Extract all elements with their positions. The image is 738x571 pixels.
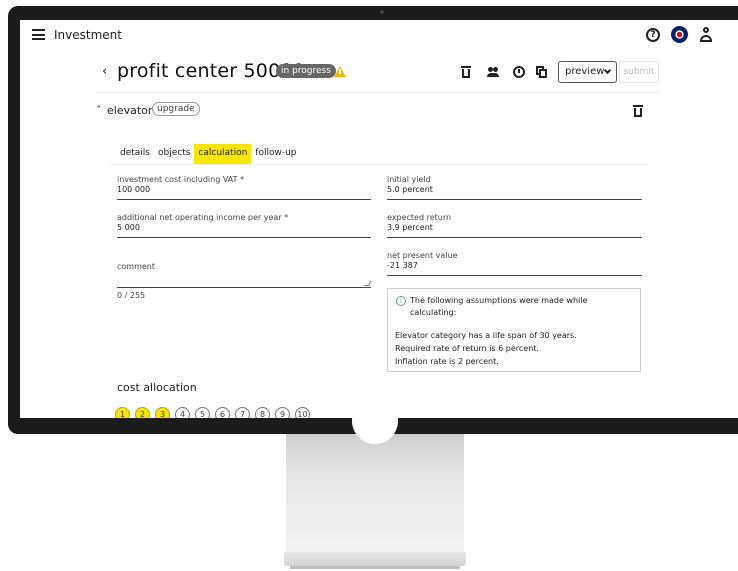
field-value: 100 000 — [117, 185, 151, 194]
step-indicator: 1 2 3 4 5 6 7 8 9 10 — [115, 407, 310, 418]
user-icon[interactable] — [699, 27, 713, 43]
field-label: investment cost including VAT * — [117, 175, 245, 184]
monitor-stand — [286, 434, 464, 554]
comment-underline — [117, 287, 371, 288]
chevron-up-icon[interactable]: ˆ — [96, 104, 102, 117]
monitor-stand-foot — [290, 566, 460, 569]
step-2[interactable]: 2 — [135, 407, 150, 418]
field-label: additional net operating income per year… — [117, 213, 289, 222]
monitor-stand-base — [284, 552, 466, 566]
chevron-down-icon — [603, 66, 612, 75]
preview-button[interactable]: preview — [558, 61, 617, 83]
status-badge: in progress — [276, 64, 336, 78]
top-bar: Investment ? — [20, 20, 738, 52]
field-value: 5 000 — [117, 223, 140, 232]
section-title: elevator — [107, 104, 153, 117]
field-underline — [117, 199, 371, 200]
field-value: -21 387 — [387, 261, 418, 270]
additional-income-field[interactable]: additional net operating income per year… — [117, 213, 371, 238]
tab-follow-up[interactable]: follow-up — [251, 144, 300, 164]
assumptions-heading: The following assumptions were made whil… — [410, 296, 588, 317]
warning-icon[interactable] — [334, 66, 346, 77]
camera-dot — [380, 10, 384, 14]
divider — [98, 92, 660, 93]
tab-objects[interactable]: objects — [154, 144, 194, 164]
field-underline — [387, 275, 642, 276]
submit-button[interactable]: submit — [619, 61, 659, 83]
tab-calculation[interactable]: calculation — [194, 144, 252, 164]
field-label: initial yield — [387, 175, 431, 184]
app-title: Investment — [54, 28, 122, 42]
section-badge: upgrade — [152, 102, 200, 116]
step-6[interactable]: 6 — [215, 407, 230, 418]
info-icon: i — [396, 296, 406, 306]
comment-field[interactable]: comment — [117, 262, 155, 271]
step-9[interactable]: 9 — [275, 407, 290, 418]
field-value: 3.9 percent — [387, 223, 433, 232]
cost-allocation-title: cost allocation — [117, 381, 197, 394]
assumption-line: Required rate of return is 6 percent. — [395, 344, 539, 353]
assumptions-box: i The following assumptions were made wh… — [387, 288, 641, 372]
menu-icon[interactable] — [32, 29, 45, 40]
character-counter: 0 / 255 — [117, 291, 146, 300]
tab-divider — [110, 164, 648, 165]
field-label: expected return — [387, 213, 452, 222]
expected-return-field: expected return 3.9 percent — [387, 213, 642, 238]
field-label: net present value — [387, 251, 458, 260]
history-icon[interactable] — [513, 66, 525, 78]
preview-label: preview — [565, 66, 605, 77]
language-flag-icon[interactable] — [671, 26, 688, 43]
field-underline — [387, 237, 642, 238]
app-screen: Investment ? ‹ profit center 50009 in pr… — [20, 20, 738, 418]
field-underline — [387, 199, 642, 200]
assumption-line: Inflation rate is 2 percent. — [395, 357, 499, 366]
net-present-value-field: net present value -21 387 — [387, 251, 642, 276]
investment-cost-field[interactable]: investment cost including VAT * 100 000 — [117, 175, 371, 200]
step-1[interactable]: 1 — [115, 407, 130, 418]
trash-icon[interactable] — [632, 105, 644, 117]
step-8[interactable]: 8 — [255, 407, 270, 418]
field-value: 5.0 percent — [387, 185, 433, 194]
copy-icon[interactable] — [536, 66, 548, 78]
trash-icon[interactable] — [460, 66, 472, 78]
step-3[interactable]: 3 — [155, 407, 170, 418]
back-icon[interactable]: ‹ — [102, 64, 107, 79]
assumption-line: Elevator category has a life span of 30 … — [395, 331, 577, 340]
help-icon[interactable]: ? — [646, 28, 660, 42]
step-5[interactable]: 5 — [195, 407, 210, 418]
step-10[interactable]: 10 — [295, 407, 310, 418]
step-4[interactable]: 4 — [175, 407, 190, 418]
tab-bar: details objects calculation follow-up — [116, 144, 301, 164]
field-underline — [117, 237, 371, 238]
initial-yield-field: initial yield 5.0 percent — [387, 175, 642, 200]
people-icon[interactable] — [487, 66, 499, 78]
tab-details[interactable]: details — [116, 144, 154, 164]
step-7[interactable]: 7 — [235, 407, 250, 418]
resize-handle-icon[interactable] — [364, 281, 371, 286]
